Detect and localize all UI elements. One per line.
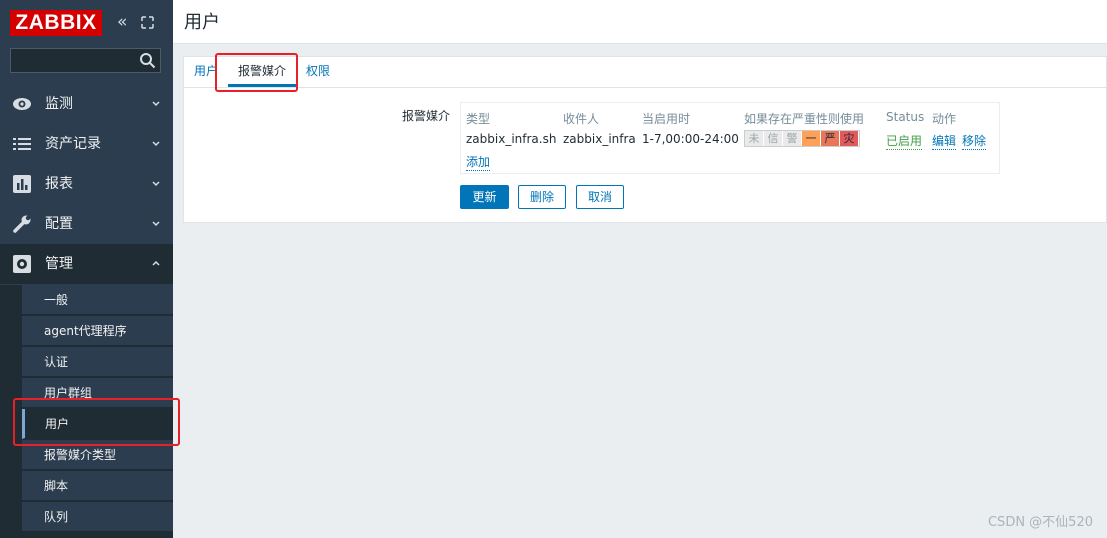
chevron-up-icon <box>152 260 160 266</box>
submenu-label: 队列 <box>44 510 69 524</box>
search-icon[interactable] <box>139 52 156 69</box>
menu-label: 监测 <box>45 96 73 112</box>
column-header-recipient: 收件人 <box>563 112 600 126</box>
chevron-down-icon <box>152 181 160 187</box>
collapse-sidebar-icon[interactable]: « <box>117 12 135 32</box>
submenu-label: agent代理程序 <box>44 324 127 338</box>
list-icon <box>13 138 31 150</box>
eye-icon <box>13 98 31 110</box>
chevron-down-icon <box>152 101 160 107</box>
sidebar: ZABBIX « 监测 资产记录 报表 配置 管理 一般 agent代理程序 认… <box>0 0 173 538</box>
cell-recipient: zabbix_infra <box>563 132 636 146</box>
edit-media-link[interactable]: 编辑 <box>932 132 957 150</box>
menu-reports[interactable]: 报表 <box>0 164 173 204</box>
page-header: 用户 <box>173 0 1107 44</box>
sidebar-search-input[interactable] <box>10 48 161 73</box>
submenu-item-queue[interactable]: 队列 <box>22 502 173 532</box>
menu-label: 资产记录 <box>45 136 101 152</box>
media-table: 类型 收件人 当启用时 如果存在严重性则使用 Status 动作 zabbix_… <box>460 102 1000 174</box>
menu-administration[interactable]: 管理 <box>0 244 173 284</box>
cell-when-active: 1-7,00:00-24:00 <box>642 132 739 146</box>
severity-information: 信 <box>764 131 783 146</box>
tab-permissions[interactable]: 权限 <box>306 63 330 79</box>
column-header-actions: 动作 <box>932 112 957 126</box>
update-button[interactable]: 更新 <box>460 185 509 209</box>
submenu-item-proxies[interactable]: agent代理程序 <box>22 316 173 346</box>
tab-bar: 用户 报警媒介 权限 <box>184 57 1107 88</box>
column-header-type: 类型 <box>466 112 491 126</box>
severity-high: 严 <box>821 131 840 146</box>
wrench-icon <box>13 215 31 233</box>
user-form-panel: 用户 报警媒介 权限 报警媒介 类型 收件人 当启用时 如果存在严重性则使用 S… <box>183 56 1107 223</box>
kiosk-mode-icon[interactable] <box>141 16 154 29</box>
main-menu: 监测 资产记录 报表 配置 管理 <box>0 84 173 284</box>
delete-button[interactable]: 删除 <box>518 185 566 209</box>
watermark: CSDN @不仙520 <box>987 515 1093 530</box>
menu-label: 报表 <box>45 176 73 192</box>
media-field-label: 报警媒介 <box>402 109 451 123</box>
column-header-status: Status <box>886 110 925 124</box>
submenu-label: 脚本 <box>44 479 69 493</box>
cancel-button[interactable]: 取消 <box>576 185 624 209</box>
severity-disaster: 灾 <box>840 131 859 146</box>
menu-label: 管理 <box>45 256 73 272</box>
submenu-item-scripts[interactable]: 脚本 <box>22 471 173 501</box>
zabbix-logo[interactable]: ZABBIX <box>10 10 102 36</box>
column-header-severity: 如果存在严重性则使用 <box>744 112 865 126</box>
column-header-when-active: 当启用时 <box>642 112 691 126</box>
chevron-down-icon <box>152 141 160 147</box>
highlight-box-media-tab <box>215 53 298 92</box>
menu-label: 配置 <box>45 216 73 232</box>
submenu-item-general[interactable]: 一般 <box>22 285 173 315</box>
severity-warning: 警 <box>783 131 802 146</box>
logo-row: ZABBIX « <box>0 0 173 44</box>
gear-icon <box>13 255 31 273</box>
bar-chart-icon <box>13 175 31 193</box>
status-enabled-link[interactable]: 已启用 <box>886 132 923 150</box>
chevron-down-icon <box>152 221 160 227</box>
severity-indicator: 未 信 警 一 严 灾 <box>744 130 860 147</box>
menu-inventory[interactable]: 资产记录 <box>0 124 173 164</box>
submenu-label: 认证 <box>44 355 69 369</box>
add-media-link[interactable]: 添加 <box>466 153 491 171</box>
page-title: 用户 <box>184 12 220 33</box>
menu-configuration[interactable]: 配置 <box>0 204 173 244</box>
submenu-item-authentication[interactable]: 认证 <box>22 347 173 377</box>
menu-monitoring[interactable]: 监测 <box>0 84 173 124</box>
highlight-box-users <box>13 398 180 446</box>
severity-not-classified: 未 <box>745 131 764 146</box>
submenu-label: 一般 <box>44 293 69 307</box>
severity-average: 一 <box>802 131 821 146</box>
cell-type: zabbix_infra.sh <box>466 132 557 146</box>
remove-media-link[interactable]: 移除 <box>962 132 987 150</box>
